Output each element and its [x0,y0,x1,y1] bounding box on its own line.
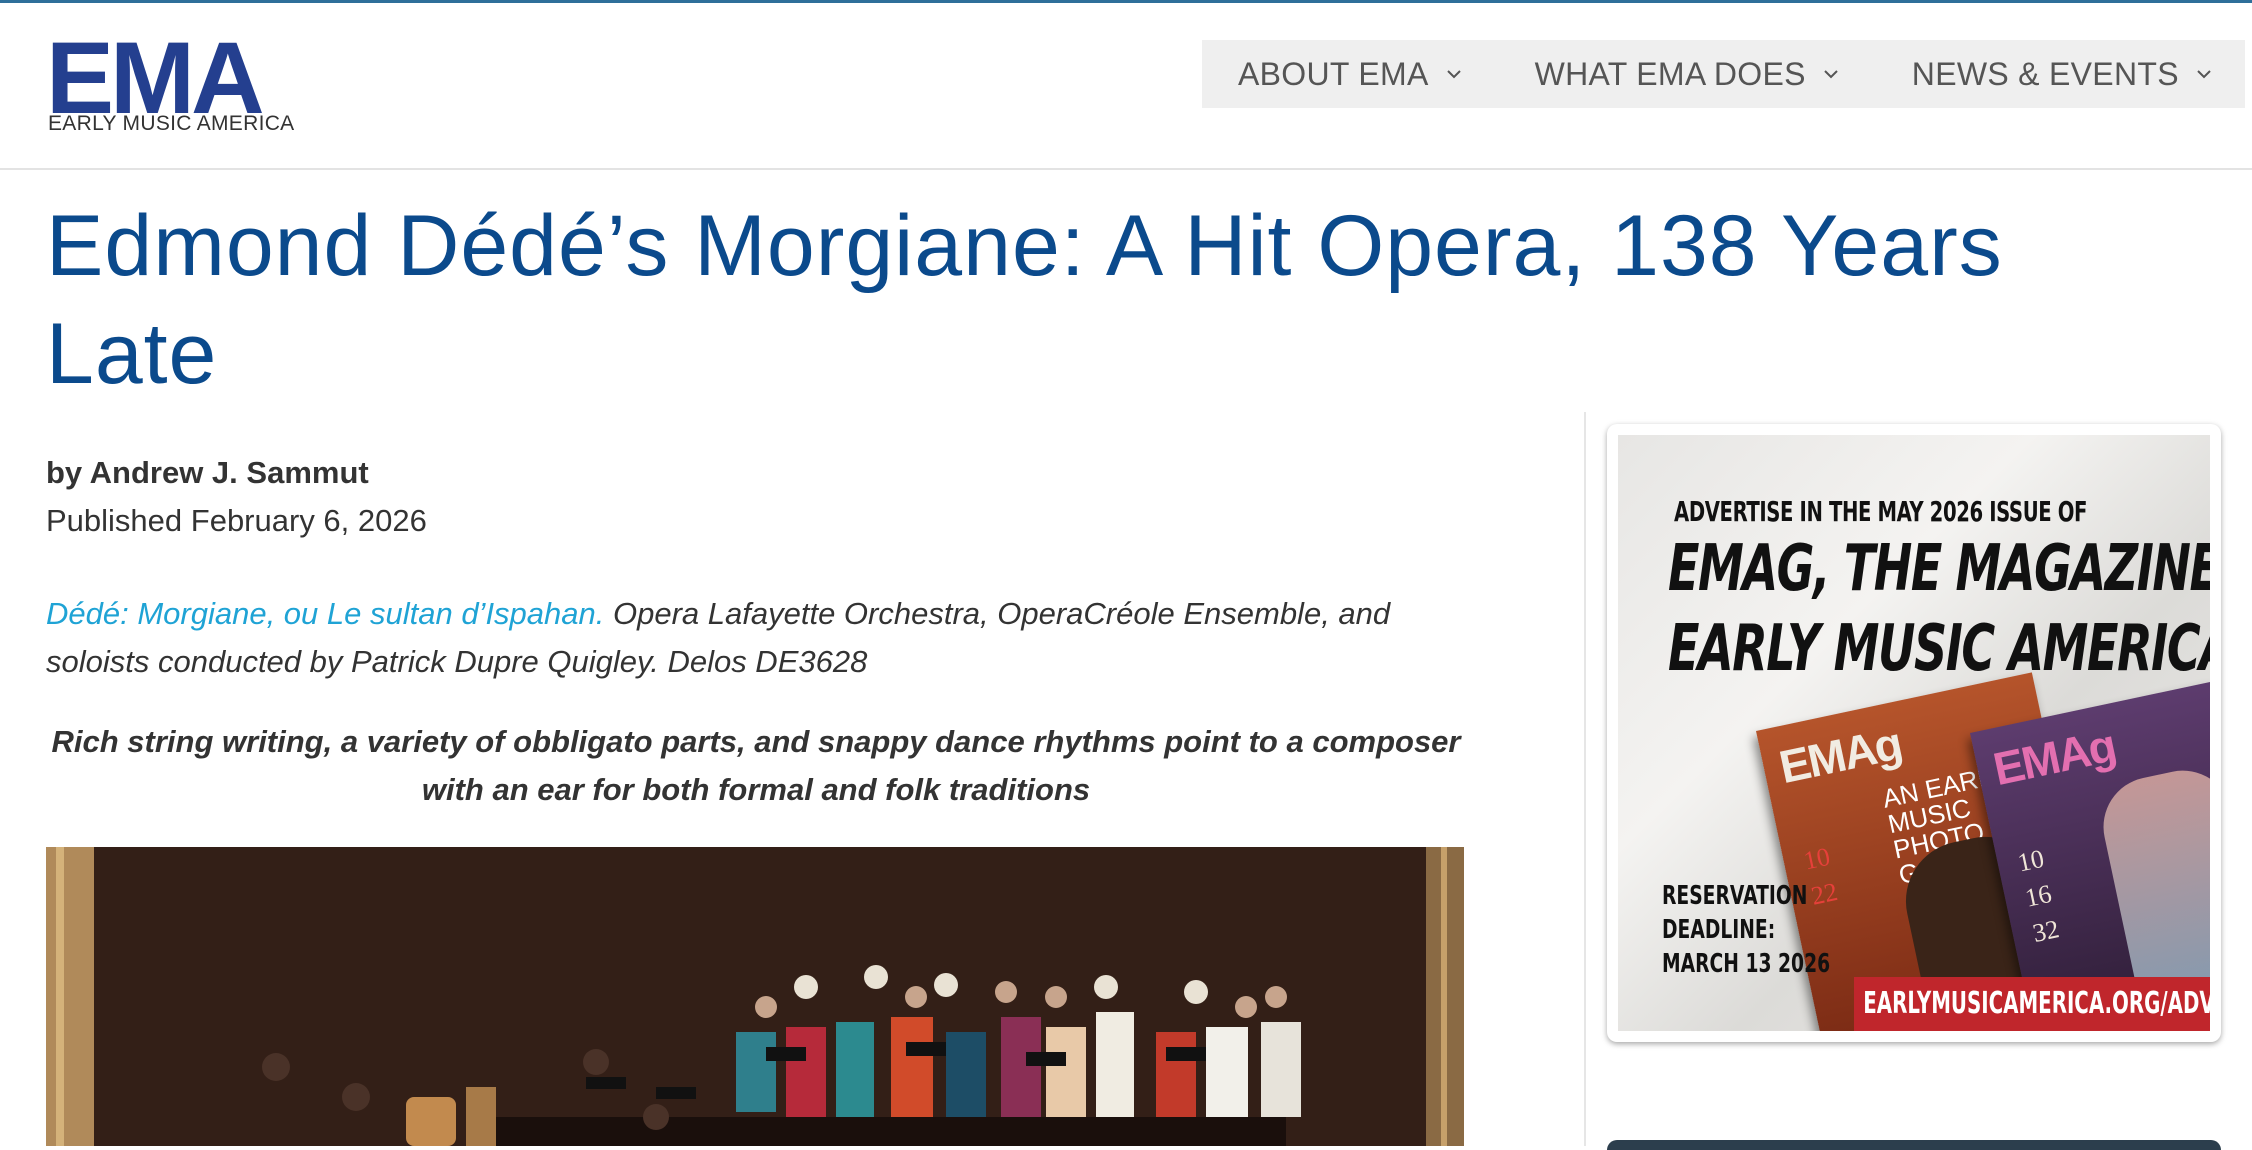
ad-headline: EMAG, THE MAGAZINE OF EARLY MUSIC AMERIC… [1668,529,2210,689]
next-sidebar-widget [1607,1140,2221,1150]
sidebar-ad-emag[interactable]: ADVERTISE IN THE MAY 2026 ISSUE OF EMAG,… [1607,424,2221,1042]
article-published-date: Published February 6, 2026 [46,503,427,538]
chevron-down-icon [2195,65,2213,83]
nav-item-news-events[interactable]: NEWS & EVENTS [1876,40,2249,108]
ad-deadline: RESERVATION DEADLINE: MARCH 13 2026 [1662,879,1830,981]
ad-url-text: EARLYMUSICAMERICA.ORG/ADVERTISE [1863,986,2210,1021]
ad-deadline-line-1: RESERVATION [1662,881,1808,911]
magazine-logo: EMAg [1988,718,2120,796]
ad-banner: ADVERTISE IN THE MAY 2026 ISSUE OF EMAG,… [1618,435,2210,1031]
recording-credit: Dédé: Morgiane, ou Le sultan d’Ispahan. … [46,590,1466,686]
article-byline: by Andrew J. Sammut [46,455,369,490]
article-deck: Rich string writing, a variety of obblig… [51,724,1461,807]
logo-subtitle: EARLY MUSIC AMERICA [48,112,295,135]
ema-logo[interactable]: EMA EARLY MUSIC AMERICA [46,27,296,140]
chevron-down-icon [1822,65,1840,83]
nav-item-label: WHAT EMA DOES [1534,55,1806,92]
ad-headline-line-2: EARLY MUSIC AMERICA [1668,612,2210,686]
ad-deadline-line-3: MARCH 13 2026 [1662,949,1831,979]
nav-item-label: ABOUT EMA [1238,55,1429,92]
nav-item-what-ema-does[interactable]: WHAT EMA DOES [1499,40,1876,108]
page-title: Edmond Dédé’s Morgiane: A Hit Opera, 138… [46,198,2003,402]
article-hero-photo [46,847,1464,1146]
ad-url-banner[interactable]: EARLYMUSICAMERICA.ORG/ADVERTISE [1854,977,2210,1031]
nav-item-label: NEWS & EVENTS [1911,55,2179,92]
chevron-down-icon [1445,65,1463,83]
ad-line-1: ADVERTISE IN THE MAY 2026 ISSUE OF [1674,495,2088,528]
ad-deadline-line-2: DEADLINE: [1662,915,1776,945]
magazine-numbers-graphic: 10 16 32 [2015,843,2062,948]
recording-title-link[interactable]: Dédé: Morgiane, ou Le sultan d’Ispahan. [46,596,604,631]
sidebar-divider [1584,412,1586,1146]
site-header: EMA EARLY MUSIC AMERICA ABOUT EMA WHAT E… [0,0,2252,170]
nav-item-about-ema[interactable]: ABOUT EMA [1202,40,1499,108]
main-nav: ABOUT EMA WHAT EMA DOES NEWS & EVENTS [1202,40,2245,108]
concert-photo-illustration [46,847,1464,1146]
ad-headline-line-1: EMAG, THE MAGAZINE OF [1668,532,2210,606]
